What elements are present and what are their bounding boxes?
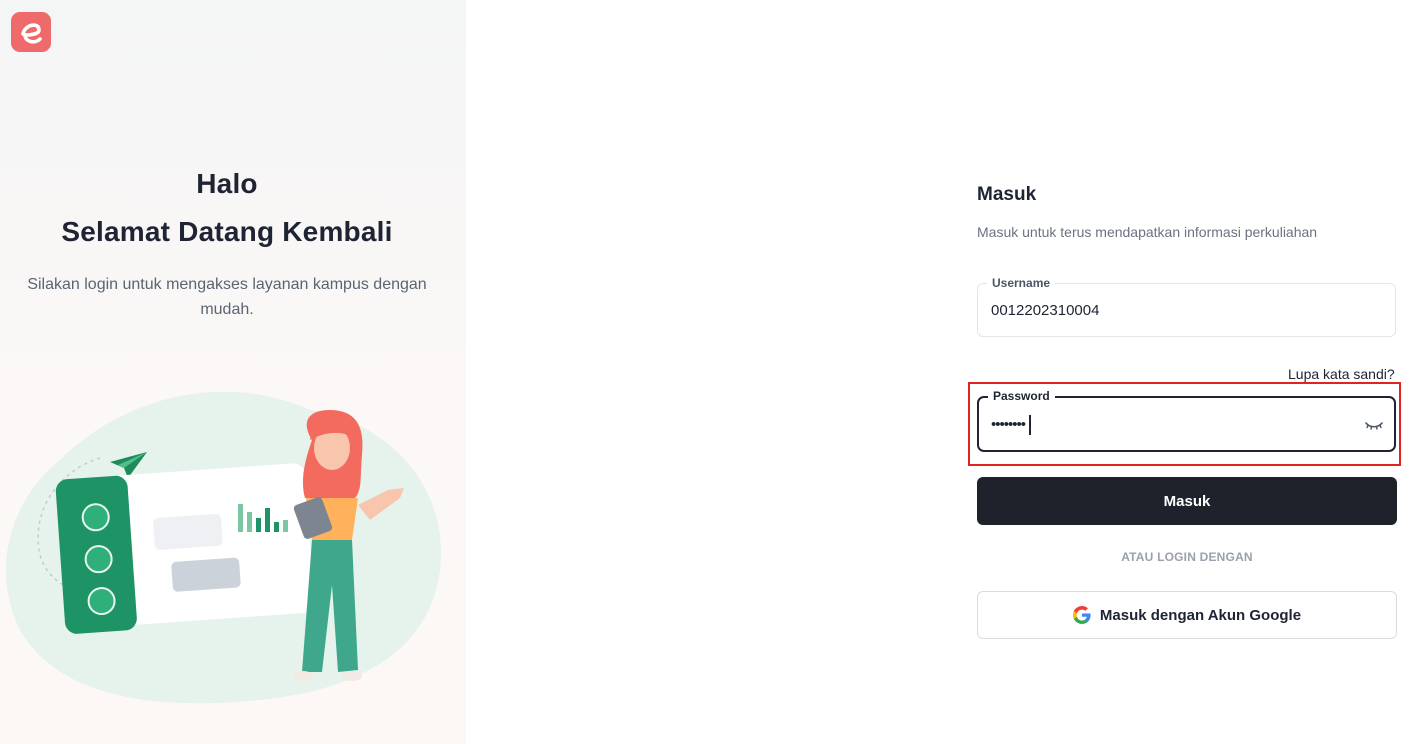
password-input[interactable]: ••••••••	[991, 416, 1026, 433]
forgot-password-link[interactable]: Lupa kata sandi?	[1288, 366, 1395, 382]
google-icon	[1072, 606, 1091, 624]
password-field[interactable]: Password ••••••••	[977, 389, 1396, 452]
login-submit-button[interactable]: Masuk	[977, 477, 1397, 525]
login-illustration	[5, 391, 441, 704]
text-cursor	[1029, 415, 1031, 435]
brand-logo	[11, 12, 51, 52]
hero-greeting: Halo	[196, 168, 258, 199]
left-panel: Halo Selamat Datang Kembali Silakan logi…	[0, 0, 466, 744]
login-title: Masuk	[977, 184, 1037, 205]
logo-e-icon	[21, 23, 42, 44]
username-label: Username	[987, 276, 1056, 290]
username-input[interactable]: 0012202310004	[991, 302, 1099, 319]
username-field[interactable]: Username 0012202310004	[977, 276, 1396, 337]
google-login-button[interactable]: Masuk dengan Akun Google	[977, 591, 1397, 639]
google-login-label: Masuk dengan Akun Google	[1099, 606, 1302, 624]
password-label: Password	[988, 389, 1055, 403]
eye-closed-icon[interactable]	[1362, 413, 1386, 437]
alt-login-divider: ATAU LOGIN DENGAN	[1121, 550, 1253, 564]
hero-subtitle: Silakan login untuk mengakses layanan ka…	[27, 276, 427, 318]
login-subtitle: Masuk untuk terus mendapatkan informasi …	[977, 224, 1318, 240]
hero-welcome: Selamat Datang Kembali	[61, 216, 393, 247]
